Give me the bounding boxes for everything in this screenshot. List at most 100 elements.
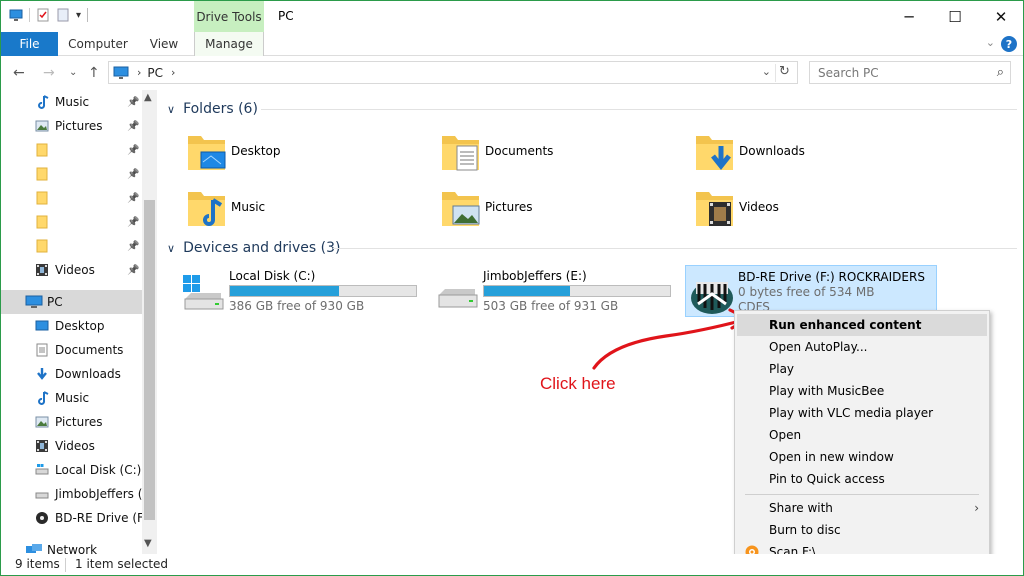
nav-quick-item[interactable]: Pictures 📌 bbox=[1, 114, 142, 138]
nav-pc-item[interactable]: Local Disk (C:) bbox=[1, 458, 142, 482]
refresh-icon[interactable]: ↻ bbox=[775, 64, 793, 82]
nav-item-label: JimbobJeffers (E bbox=[55, 487, 150, 501]
nav-pc-item[interactable]: Videos bbox=[1, 434, 142, 458]
nav-quick-item[interactable]: Videos 📌 bbox=[1, 258, 142, 282]
pin-icon[interactable]: 📌 bbox=[127, 97, 139, 108]
nav-pc-item[interactable]: Downloads bbox=[1, 362, 142, 386]
folder-tile[interactable]: Music bbox=[185, 184, 405, 232]
folder-tile[interactable]: Downloads bbox=[693, 128, 913, 176]
nav-pc-item[interactable]: Pictures bbox=[1, 410, 142, 434]
music-icon bbox=[35, 391, 49, 405]
nav-quick-item[interactable]: 📌 bbox=[1, 234, 142, 258]
drive-tile[interactable]: Local Disk (C:) 386 GB free of 930 GB bbox=[177, 265, 429, 317]
context-menu-label: Open in new window bbox=[769, 450, 894, 464]
search-icon[interactable]: ⌕ bbox=[997, 65, 1004, 80]
tab-manage[interactable]: Manage bbox=[194, 32, 264, 56]
nav-quick-item[interactable]: 📌 bbox=[1, 186, 142, 210]
folder-tile[interactable]: Videos bbox=[693, 184, 913, 232]
nav-item-pc[interactable]: PC bbox=[1, 290, 142, 314]
context-menu-item[interactable]: Play bbox=[737, 358, 987, 380]
help-icon[interactable]: ? bbox=[1001, 36, 1017, 52]
scroll-up-icon[interactable]: ▲ bbox=[144, 92, 152, 103]
nav-item-network[interactable]: Network bbox=[1, 538, 142, 554]
maximize-button[interactable]: ☐ bbox=[932, 1, 978, 32]
folders-group-header[interactable]: ∨ Folders (6) bbox=[167, 101, 258, 117]
back-button[interactable]: ← bbox=[13, 65, 25, 81]
pc-icon[interactable] bbox=[9, 8, 23, 22]
drive-free-space: 0 bytes free of 534 MB bbox=[738, 285, 875, 299]
context-menu-item[interactable]: Open AutoPlay... bbox=[737, 336, 987, 358]
context-menu-item[interactable]: Play with VLC media player bbox=[737, 402, 987, 424]
nav-item-label: BD-RE Drive (F:) bbox=[55, 511, 152, 525]
collapse-chevron-icon[interactable]: ∨ bbox=[167, 242, 175, 255]
drive-usage-fill bbox=[230, 286, 339, 296]
drive-name: JimbobJeffers (E:) bbox=[483, 269, 587, 283]
folder-tile[interactable]: Pictures bbox=[439, 184, 659, 232]
search-input[interactable]: Search PC ⌕ bbox=[809, 61, 1011, 84]
nav-pc-item[interactable]: Desktop bbox=[1, 314, 142, 338]
folder-tile[interactable]: Desktop bbox=[185, 128, 405, 176]
nav-quick-item[interactable]: 📌 bbox=[1, 210, 142, 234]
scroll-down-icon[interactable]: ▼ bbox=[144, 538, 152, 549]
new-folder-icon[interactable] bbox=[56, 8, 70, 22]
nav-quick-item[interactable]: 📌 bbox=[1, 138, 142, 162]
music-folder-icon bbox=[185, 188, 227, 228]
pin-icon[interactable]: 📌 bbox=[127, 265, 139, 276]
scroll-thumb[interactable] bbox=[144, 200, 155, 520]
context-menu-item[interactable]: Open in new window bbox=[737, 446, 987, 468]
collapse-chevron-icon[interactable]: ∨ bbox=[167, 103, 175, 116]
context-menu-label: Pin to Quick access bbox=[769, 472, 885, 486]
pin-icon[interactable]: 📌 bbox=[127, 193, 139, 204]
customize-qat-icon[interactable]: ▾ bbox=[76, 10, 81, 21]
nav-item-label: Downloads bbox=[55, 367, 121, 381]
tab-view[interactable]: View bbox=[139, 32, 189, 56]
forward-button[interactable]: → bbox=[43, 65, 55, 81]
folder-icon bbox=[35, 239, 49, 253]
context-menu-item[interactable]: Burn to disc bbox=[737, 519, 987, 541]
nav-quick-item[interactable]: 📌 bbox=[1, 162, 142, 186]
address-bar[interactable]: › PC › ⌄ ↻ bbox=[108, 61, 798, 84]
drives-group-header[interactable]: ∨ Devices and drives (3) bbox=[167, 240, 340, 256]
context-menu-item[interactable]: Open bbox=[737, 424, 987, 446]
minimize-button[interactable]: ─ bbox=[886, 1, 932, 32]
breadcrumb-separator-icon[interactable]: › bbox=[137, 66, 141, 79]
context-menu-item[interactable]: Pin to Quick access bbox=[737, 468, 987, 490]
pin-icon[interactable]: 📌 bbox=[127, 169, 139, 180]
context-menu-item[interactable]: Run enhanced content bbox=[737, 314, 987, 336]
pin-icon[interactable]: 📌 bbox=[127, 217, 139, 228]
breadcrumb-chevron-icon[interactable]: › bbox=[171, 66, 175, 79]
up-button[interactable]: ↑ bbox=[88, 65, 100, 81]
context-menu-item[interactable]: Share with › bbox=[737, 497, 987, 519]
title-bar: ▾ Drive Tools PC ─ ☐ ✕ bbox=[1, 1, 1023, 32]
context-menu-label: Play with VLC media player bbox=[769, 406, 934, 420]
drives-heading: Devices and drives (3) bbox=[183, 240, 341, 256]
nav-pc-item[interactable]: Music bbox=[1, 386, 142, 410]
pin-icon[interactable]: 📌 bbox=[127, 241, 139, 252]
file-explorer-window: ▾ Drive Tools PC ─ ☐ ✕ File Computer Vie… bbox=[0, 0, 1024, 576]
address-dropdown-icon[interactable]: ⌄ bbox=[762, 65, 771, 78]
pin-icon[interactable]: 📌 bbox=[127, 121, 139, 132]
window-title: PC bbox=[278, 9, 294, 23]
close-button[interactable]: ✕ bbox=[978, 1, 1023, 32]
nav-scrollbar[interactable]: ▲ ▼ bbox=[142, 90, 157, 554]
documents-folder-icon bbox=[439, 132, 481, 172]
context-menu-item[interactable]: Play with MusicBee bbox=[737, 380, 987, 402]
context-menu-label: Open AutoPlay... bbox=[769, 340, 868, 354]
nav-pc-item[interactable]: BD-RE Drive (F:) bbox=[1, 506, 152, 530]
nav-pc-item[interactable]: JimbobJeffers (E bbox=[1, 482, 150, 506]
drive-free-space: 386 GB free of 930 GB bbox=[229, 299, 365, 313]
properties-icon[interactable] bbox=[36, 8, 50, 22]
drive-name: Local Disk (C:) bbox=[229, 269, 316, 283]
pin-icon[interactable]: 📌 bbox=[127, 145, 139, 156]
search-placeholder: Search PC bbox=[818, 65, 879, 80]
nav-pc-item[interactable]: Documents bbox=[1, 338, 142, 362]
tab-file[interactable]: File bbox=[1, 32, 58, 56]
navigation-pane: Music 📌 Pictures 📌 📌 📌 📌 📌 📌 Videos 📌 PC Desktop Docu… bbox=[1, 90, 157, 554]
expand-ribbon-icon[interactable]: ⌄ bbox=[986, 36, 995, 49]
breadcrumb-pc[interactable]: PC bbox=[147, 66, 163, 80]
tab-computer[interactable]: Computer bbox=[63, 32, 133, 56]
nav-quick-item[interactable]: Music 📌 bbox=[1, 90, 142, 114]
downloads-icon bbox=[35, 367, 49, 381]
recent-locations-icon[interactable]: ⌄ bbox=[69, 67, 77, 78]
folder-tile[interactable]: Documents bbox=[439, 128, 659, 176]
